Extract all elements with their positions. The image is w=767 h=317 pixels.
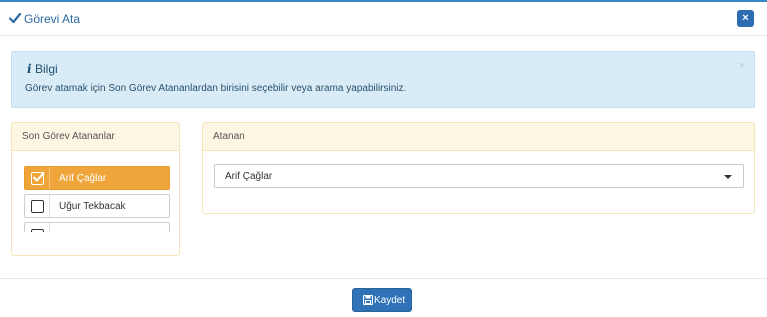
alert-close-button[interactable]: × xyxy=(739,60,745,72)
list-item-label: Uğur Tekbacak xyxy=(59,201,126,212)
item-divider xyxy=(49,195,50,217)
save-button-label: Kaydet xyxy=(374,295,406,306)
list-item[interactable]: Uğur Tekbacak xyxy=(24,194,170,218)
close-button[interactable]: × xyxy=(737,10,754,27)
modal-title: Görevi Ata xyxy=(24,12,81,26)
info-icon: i xyxy=(27,62,32,76)
checkbox-icon[interactable] xyxy=(31,229,44,232)
alert-title: Bilgi xyxy=(35,62,58,76)
checkbox-icon[interactable] xyxy=(31,200,44,213)
checkbox-checked-icon[interactable] xyxy=(31,172,45,185)
recent-assignees-title: Son Görev Atananlar xyxy=(22,131,115,142)
assign-task-modal: Görevi Ata × i Bilgi Görev atamak için S… xyxy=(0,0,767,317)
recent-assignees-panel: Son Görev Atananlar Arif Çağlar Uğur Tek… xyxy=(11,122,180,256)
item-divider xyxy=(49,167,50,189)
chevron-down-icon[interactable] xyxy=(724,175,732,179)
info-alert: i Bilgi Görev atamak için Son Görev Atan… xyxy=(11,51,755,108)
save-button[interactable]: Kaydet xyxy=(352,288,412,312)
assignee-title: Atanan xyxy=(213,131,245,142)
floppy-disk-icon xyxy=(363,295,373,305)
recent-assignees-header: Son Görev Atananlar xyxy=(12,123,179,151)
list-item-label: Arif Çağlar xyxy=(59,173,107,184)
item-divider xyxy=(49,223,50,232)
list-item[interactable]: Arif Çağlar xyxy=(24,166,170,190)
list-item[interactable] xyxy=(24,222,170,232)
assignee-panel: Atanan Arif Çağlar xyxy=(202,122,755,214)
modal-header: Görevi Ata × xyxy=(0,4,767,36)
assignee-header: Atanan xyxy=(203,123,754,151)
check-icon xyxy=(9,12,21,24)
assignee-selected-value: Arif Çağlar xyxy=(225,171,273,182)
alert-message: Görev atamak için Son Görev Atananlardan… xyxy=(25,83,407,94)
modal-footer: Kaydet xyxy=(0,278,767,317)
assignee-select[interactable]: Arif Çağlar xyxy=(214,164,744,188)
